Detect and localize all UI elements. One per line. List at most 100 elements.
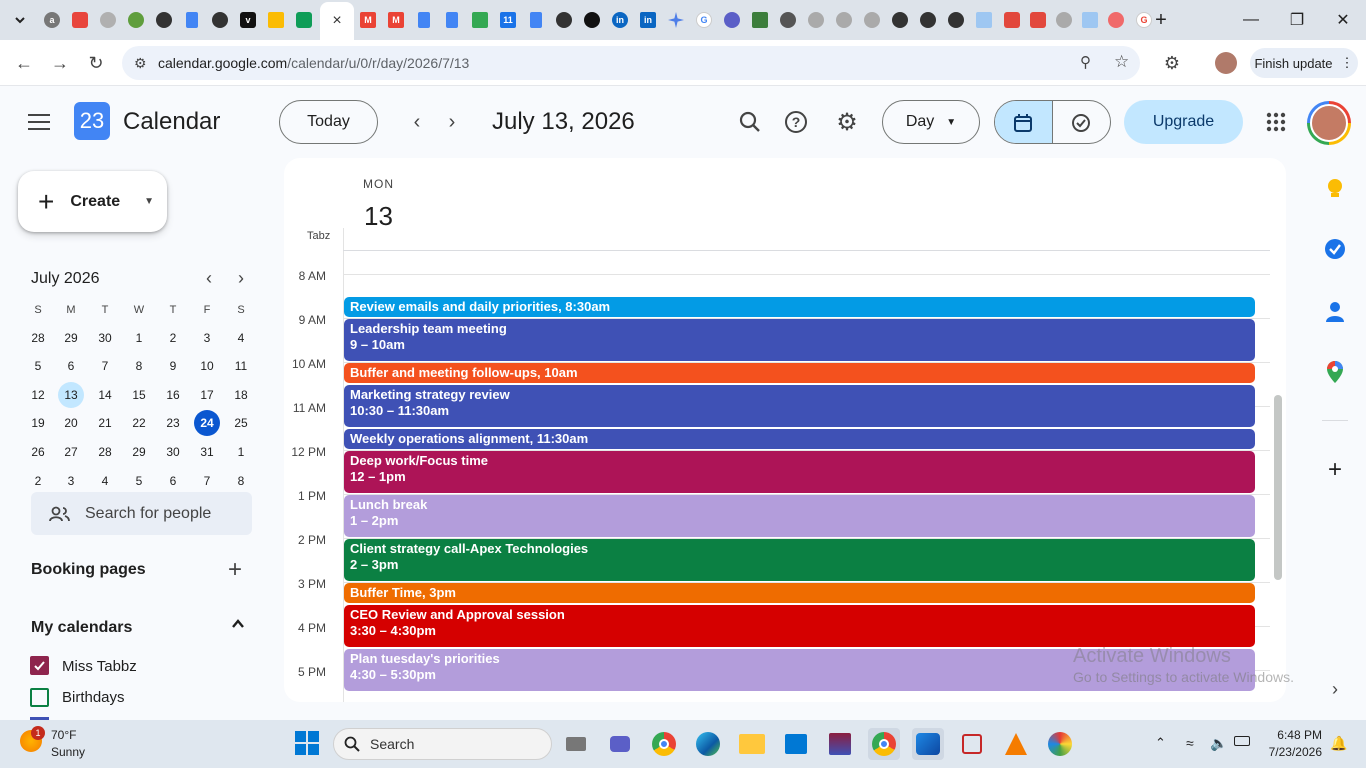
calendar-view-icon[interactable] xyxy=(995,101,1053,143)
tab-favicon[interactable] xyxy=(96,8,120,32)
tab-favicon[interactable] xyxy=(124,8,148,32)
mini-calendar-day[interactable]: 28 xyxy=(92,439,118,465)
add-addon-icon[interactable]: + xyxy=(1322,456,1348,483)
tab-favicon[interactable] xyxy=(552,8,576,32)
battery-icon[interactable] xyxy=(1234,736,1250,746)
calendar-event[interactable]: Deep work/Focus time 12 – 1pm xyxy=(344,451,1255,493)
mini-calendar-day[interactable]: 17 xyxy=(194,382,220,408)
calendar-checkbox-checked[interactable] xyxy=(30,656,49,675)
tab-favicon[interactable] xyxy=(776,8,800,32)
calendar-event[interactable]: Marketing strategy review 10:30 – 11:30am xyxy=(344,385,1255,427)
chrome-active-icon[interactable] xyxy=(868,728,900,760)
help-icon[interactable]: ? xyxy=(776,102,816,142)
wifi-icon[interactable]: ≈ xyxy=(1186,735,1194,751)
add-booking-page-icon[interactable]: + xyxy=(228,556,242,584)
tasks-check-icon[interactable] xyxy=(1322,236,1348,262)
mini-calendar-day[interactable]: 5 xyxy=(126,468,152,494)
mini-calendar-day[interactable]: 29 xyxy=(58,325,84,351)
winrar-icon[interactable] xyxy=(824,728,856,760)
apps-grid-icon[interactable] xyxy=(1256,102,1296,142)
calendar-checkbox-unchecked[interactable] xyxy=(30,688,49,707)
mini-calendar-day[interactable]: 10 xyxy=(194,353,220,379)
previous-day-icon[interactable]: ‹ xyxy=(397,102,437,142)
tab-linkedin-icon[interactable]: in xyxy=(608,8,632,32)
mini-calendar-day[interactable]: 14 xyxy=(92,382,118,408)
tab-gmail-icon[interactable]: M xyxy=(356,8,380,32)
search-people-input[interactable]: Search for people xyxy=(31,492,252,535)
meet-camera-icon[interactable] xyxy=(604,728,636,760)
tray-overflow-icon[interactable]: ⌃ xyxy=(1155,735,1166,751)
mini-calendar-day[interactable]: 25 xyxy=(228,410,254,436)
tab-trello-icon[interactable] xyxy=(972,8,996,32)
tab-google-icon[interactable]: G xyxy=(692,8,716,32)
mini-calendar-day[interactable]: 18 xyxy=(228,382,254,408)
mini-calendar-day[interactable]: 8 xyxy=(228,468,254,494)
mini-calendar-day[interactable]: 4 xyxy=(228,325,254,351)
close-window-icon[interactable]: ✕ xyxy=(1328,8,1358,32)
tab-favicon[interactable] xyxy=(748,8,772,32)
taskbar-search-box[interactable]: Search xyxy=(333,728,552,760)
forward-icon[interactable]: → xyxy=(48,51,72,75)
mini-calendar-day[interactable]: 23 xyxy=(160,410,186,436)
mini-calendar-day[interactable]: 8 xyxy=(126,353,152,379)
day-number[interactable]: 13 xyxy=(364,201,393,232)
mini-calendar-day[interactable]: 13 xyxy=(58,382,84,408)
task-view-icon[interactable] xyxy=(560,728,592,760)
tab-docs-icon[interactable] xyxy=(440,8,464,32)
mini-calendar-day[interactable]: 6 xyxy=(160,468,186,494)
tab-favicon[interactable] xyxy=(832,8,856,32)
mini-calendar-day[interactable]: 6 xyxy=(58,353,84,379)
calendar-event[interactable]: Buffer and meeting follow-ups, 10am xyxy=(344,363,1255,383)
tab-drive-icon[interactable] xyxy=(468,8,492,32)
tab-docs-icon[interactable] xyxy=(412,8,436,32)
tab-calendar-icon[interactable]: 11 xyxy=(496,8,520,32)
tab-favicon[interactable]: v xyxy=(236,8,260,32)
mini-calendar-day[interactable]: 27 xyxy=(58,439,84,465)
windows-start-icon[interactable] xyxy=(295,731,319,755)
mini-calendar-day[interactable]: 1 xyxy=(228,439,254,465)
mini-calendar-day[interactable]: 15 xyxy=(126,382,152,408)
clock-date[interactable]: 7/23/2026 xyxy=(1266,745,1322,759)
maximize-icon[interactable]: ❐ xyxy=(1282,8,1312,32)
upgrade-button[interactable]: Upgrade xyxy=(1124,100,1243,144)
tab-favicon[interactable] xyxy=(68,8,92,32)
tab-favicon[interactable]: a xyxy=(40,8,64,32)
address-bar[interactable]: ⚙ calendar.google.com/calendar/u/0/r/day… xyxy=(122,46,1140,80)
tab-drive-icon[interactable] xyxy=(264,8,288,32)
mini-calendar-day[interactable]: 7 xyxy=(194,468,220,494)
contacts-person-icon[interactable] xyxy=(1322,299,1348,325)
calendar-event[interactable]: CEO Review and Approval session 3:30 – 4:… xyxy=(344,605,1255,647)
mini-calendar-day[interactable]: 2 xyxy=(25,468,51,494)
volume-icon[interactable]: 🔈 xyxy=(1210,735,1227,752)
paint-icon[interactable] xyxy=(1044,728,1076,760)
close-tab-icon[interactable]: × xyxy=(332,12,341,30)
extensions-icon[interactable]: ⚙ xyxy=(1160,51,1184,75)
mini-calendar-day[interactable]: 24 xyxy=(194,410,220,436)
tab-linkedin-icon[interactable]: in xyxy=(636,8,660,32)
calendar-event[interactable]: Leadership team meeting 9 – 10am xyxy=(344,319,1255,361)
reload-icon[interactable]: ↻ xyxy=(84,51,108,75)
calendar-event[interactable]: Lunch break 1 – 2pm xyxy=(344,495,1255,537)
mini-calendar-day[interactable]: 4 xyxy=(92,468,118,494)
tab-favicon[interactable] xyxy=(152,8,176,32)
calendar-event[interactable]: Buffer Time, 3pm xyxy=(344,583,1255,603)
collapse-chevron-icon[interactable] xyxy=(230,616,246,635)
file-explorer-icon[interactable] xyxy=(736,728,768,760)
calendar-event[interactable]: Review emails and daily priorities, 8:30… xyxy=(344,297,1255,317)
store-icon[interactable] xyxy=(780,728,812,760)
clock-time[interactable]: 6:48 PM xyxy=(1270,728,1322,742)
tab-asana-icon[interactable] xyxy=(1104,8,1128,32)
tab-favicon[interactable] xyxy=(944,8,968,32)
mini-calendar-day[interactable]: 2 xyxy=(160,325,186,351)
mini-calendar-day[interactable]: 30 xyxy=(92,325,118,351)
mini-calendar-day[interactable]: 3 xyxy=(194,325,220,351)
tab-favicon[interactable] xyxy=(1052,8,1076,32)
main-menu-icon[interactable] xyxy=(19,102,59,142)
minimize-icon[interactable]: — xyxy=(1236,8,1266,32)
mini-calendar-day[interactable]: 5 xyxy=(25,353,51,379)
maps-pin-icon[interactable] xyxy=(1322,359,1348,385)
view-selector-dropdown[interactable]: Day ▼ xyxy=(882,100,980,144)
next-day-icon[interactable]: › xyxy=(432,102,472,142)
tasks-view-icon[interactable] xyxy=(1053,101,1111,143)
back-icon[interactable]: ← xyxy=(12,51,36,75)
